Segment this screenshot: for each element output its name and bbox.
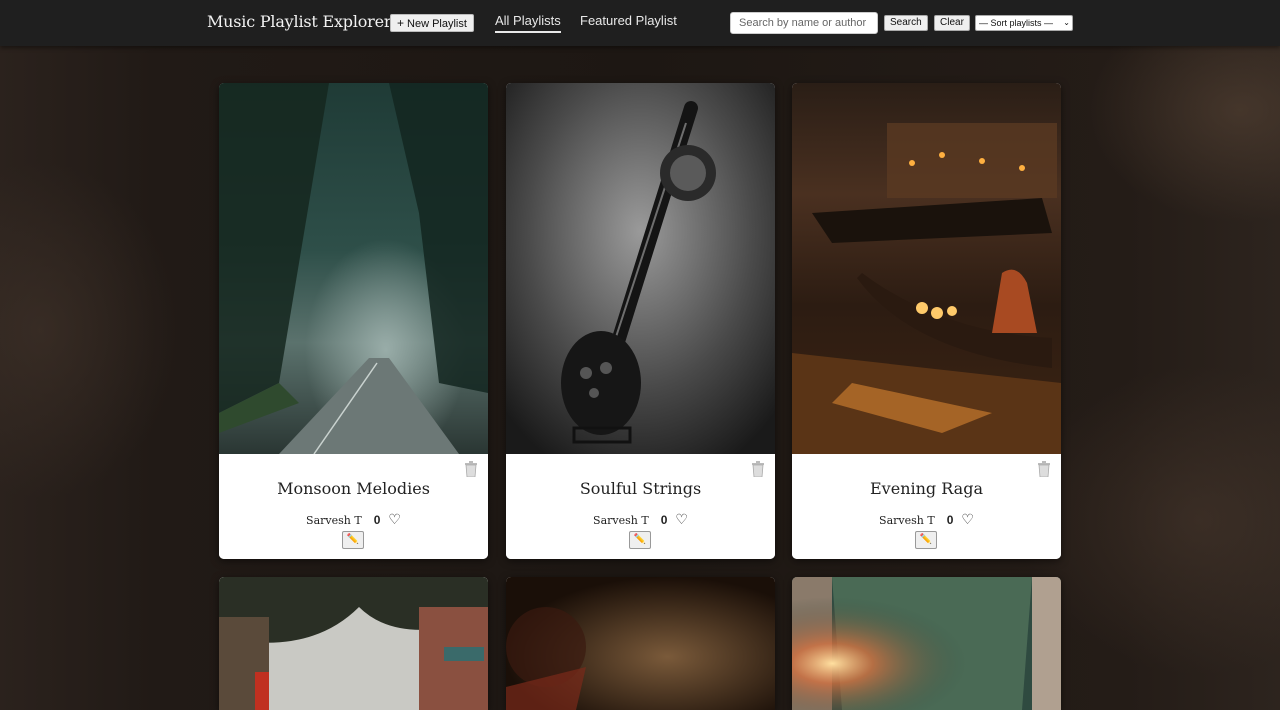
trash-icon[interactable] <box>751 461 765 477</box>
sort-selected-value: — Sort playlists — <box>979 18 1054 28</box>
app-title: Music Playlist Explorer <box>207 12 392 31</box>
playlist-card[interactable] <box>792 577 1061 710</box>
playlist-meta: Sarvesh T 0 ♡ <box>792 512 1061 528</box>
tab-all-playlists[interactable]: All Playlists <box>495 13 561 33</box>
card-body: Soulful Strings Sarvesh T 0 ♡ ✏️ <box>506 454 775 559</box>
sort-select[interactable]: — Sort playlists — ⌄ <box>975 15 1073 31</box>
edit-button[interactable]: ✏️ <box>629 531 651 549</box>
playlist-meta: Sarvesh T 0 ♡ <box>219 512 488 528</box>
like-count: 0 <box>660 513 668 527</box>
card-body: Evening Raga Sarvesh T 0 ♡ ✏️ <box>792 454 1061 559</box>
playlist-card[interactable] <box>219 577 488 710</box>
playlist-cover-image <box>506 83 775 454</box>
clear-button[interactable]: Clear <box>934 15 970 31</box>
search-button[interactable]: Search <box>884 15 928 31</box>
edit-button[interactable]: ✏️ <box>342 531 364 549</box>
like-count: 0 <box>373 513 381 527</box>
trash-icon[interactable] <box>464 461 478 477</box>
heart-icon[interactable]: ♡ <box>675 512 688 528</box>
playlist-title: Monsoon Melodies <box>277 479 430 498</box>
heart-icon[interactable]: ♡ <box>388 512 401 528</box>
pencil-icon: ✏️ <box>633 534 647 545</box>
new-playlist-label: New Playlist <box>407 18 467 30</box>
playlist-title: Evening Raga <box>870 479 983 498</box>
playlist-cover-image <box>219 577 488 710</box>
heart-icon[interactable]: ♡ <box>961 512 974 528</box>
card-body: Monsoon Melodies Sarvesh T 0 ♡ ✏️ <box>219 454 488 559</box>
like-count: 0 <box>946 513 954 527</box>
pencil-icon: ✏️ <box>919 534 933 545</box>
playlist-card[interactable]: Evening Raga Sarvesh T 0 ♡ ✏️ <box>792 83 1061 559</box>
playlist-cover-image <box>792 577 1061 710</box>
playlist-author: Sarvesh T <box>879 514 935 527</box>
chevron-down-icon: ⌄ <box>1063 18 1070 27</box>
playlist-meta: Sarvesh T 0 ♡ <box>506 512 775 528</box>
plus-icon: + <box>397 16 405 30</box>
playlist-cover-image <box>792 83 1061 454</box>
tab-featured-playlist[interactable]: Featured Playlist <box>580 13 677 31</box>
trash-icon[interactable] <box>1037 461 1051 477</box>
playlist-card[interactable]: Monsoon Melodies Sarvesh T 0 ♡ ✏️ <box>219 83 488 559</box>
playlist-cover-image <box>506 577 775 710</box>
edit-button[interactable]: ✏️ <box>915 531 937 549</box>
playlist-author: Sarvesh T <box>306 514 362 527</box>
new-playlist-button[interactable]: + New Playlist <box>390 14 474 32</box>
search-input[interactable] <box>730 12 878 34</box>
playlist-title: Soulful Strings <box>579 479 702 498</box>
top-navbar: Music Playlist Explorer + New Playlist Al… <box>0 0 1280 46</box>
pencil-icon: ✏️ <box>346 534 360 545</box>
playlist-author: Sarvesh T <box>593 514 649 527</box>
playlist-cover-image <box>219 83 488 454</box>
playlist-card[interactable] <box>506 577 775 710</box>
playlist-card[interactable]: Soulful Strings Sarvesh T 0 ♡ ✏️ <box>506 83 775 559</box>
